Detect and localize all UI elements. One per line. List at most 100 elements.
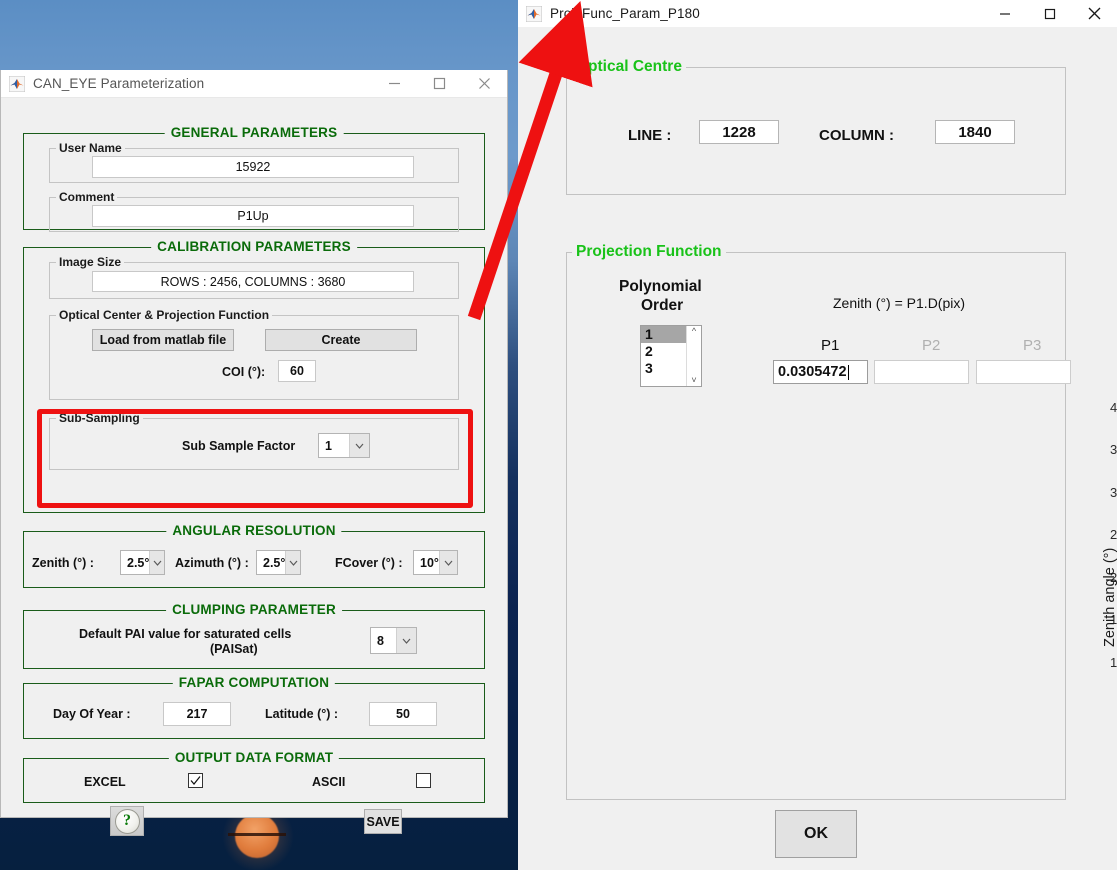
- polynomial-order-items: 1 2 3: [641, 326, 686, 386]
- day-of-year-label: Day Of Year :: [53, 705, 131, 723]
- left-window-title: CAN_EYE Parameterization: [25, 76, 372, 91]
- ok-button[interactable]: OK: [775, 810, 857, 858]
- comment-input[interactable]: P1Up: [92, 205, 414, 227]
- sun-horizon-line: [228, 833, 286, 836]
- general-parameters-title: GENERAL PARAMETERS: [165, 125, 344, 140]
- right-window-body: Optical Centre LINE : 1228 COLUMN : 1840…: [518, 27, 1117, 870]
- sub-sample-factor-dropdown[interactable]: 1: [318, 433, 370, 458]
- left-window-body: GENERAL PARAMETERS User Name 15922 Comme…: [1, 98, 507, 816]
- fapar-computation-group: FAPAR COMPUTATION Day Of Year : 217 Lati…: [23, 683, 485, 739]
- polynomial-order-listbox[interactable]: 1 2 3 ^ ˅: [640, 325, 702, 387]
- chevron-down-icon: [285, 551, 300, 574]
- column-label: COLUMN :: [819, 127, 894, 144]
- excel-label: EXCEL: [84, 774, 126, 790]
- column-input[interactable]: 1840: [935, 120, 1015, 144]
- pai-label-line2: (PAISat): [210, 642, 258, 656]
- right-window-title: Proj_Func_Param_P180: [542, 6, 982, 21]
- polynomial-order-option-1[interactable]: 1: [641, 326, 686, 343]
- comment-panel: Comment P1Up: [49, 197, 459, 232]
- azimuth-value: 2.5°: [257, 556, 285, 570]
- sun-image: [235, 814, 279, 858]
- clumping-parameter-title: CLUMPING PARAMETER: [166, 602, 342, 617]
- general-parameters-group: GENERAL PARAMETERS User Name 15922 Comme…: [23, 133, 485, 230]
- p1-input[interactable]: 0.0305472: [773, 360, 868, 384]
- matlab-icon: [9, 76, 25, 92]
- right-close-button[interactable]: [1072, 0, 1117, 28]
- zenith-value: 2.5°: [121, 556, 149, 570]
- right-minimize-button[interactable]: [982, 0, 1027, 28]
- clumping-parameter-group: CLUMPING PARAMETER Default PAI value for…: [23, 610, 485, 669]
- coi-input[interactable]: 60: [278, 360, 316, 382]
- right-maximize-button[interactable]: [1027, 0, 1072, 28]
- ascii-label: ASCII: [312, 774, 345, 790]
- azimuth-label: Azimuth (°) :: [175, 554, 249, 572]
- left-maximize-button[interactable]: [417, 70, 462, 98]
- fcover-value: 10°: [414, 556, 439, 570]
- zenith-label: Zenith (°) :: [32, 554, 94, 572]
- y-tick-40: 40: [1110, 400, 1117, 415]
- left-minimize-button[interactable]: [372, 70, 417, 98]
- fcover-label: FCover (°) :: [335, 554, 403, 572]
- chevron-down-icon: [349, 434, 369, 457]
- chevron-down-icon[interactable]: ˅: [691, 376, 696, 385]
- output-data-format-group: OUTPUT DATA FORMAT EXCEL ASCII: [23, 758, 485, 803]
- optical-centre-title: Optical Centre: [572, 58, 686, 76]
- calibration-parameters-title: CALIBRATION PARAMETERS: [151, 239, 357, 254]
- user-name-label: User Name: [56, 141, 125, 155]
- ascii-checkbox[interactable]: [416, 773, 431, 788]
- load-from-matlab-file-button[interactable]: Load from matlab file: [92, 329, 234, 351]
- coi-label: COI (°):: [222, 363, 265, 381]
- proj-func-param-window: Proj_Func_Param_P180 Optical Centre LINE…: [518, 0, 1117, 870]
- excel-checkbox[interactable]: [188, 773, 203, 788]
- user-name-panel: User Name 15922: [49, 148, 459, 183]
- help-button[interactable]: ?: [110, 806, 144, 836]
- projection-function-group: Projection Function Polynomial Order 1 2…: [566, 252, 1066, 800]
- comment-label: Comment: [56, 190, 117, 204]
- polynomial-order-option-3[interactable]: 3: [641, 360, 686, 377]
- polynomial-order-label-line2: Order: [641, 297, 683, 315]
- azimuth-dropdown[interactable]: 2.5°: [256, 550, 301, 575]
- left-close-button[interactable]: [462, 70, 507, 98]
- sub-sampling-panel: Sub-Sampling Sub Sample Factor 1: [49, 418, 459, 470]
- user-name-input[interactable]: 15922: [92, 156, 414, 178]
- create-button[interactable]: Create: [265, 329, 417, 351]
- sub-sample-factor-label: Sub Sample Factor: [182, 437, 295, 455]
- optical-center-projection-label: Optical Center & Projection Function: [56, 308, 272, 322]
- p2-input[interactable]: [874, 360, 969, 384]
- screen: CAN_EYE Parameterization GENERAL PARAMET…: [0, 0, 1117, 870]
- zenith-dropdown[interactable]: 2.5°: [120, 550, 165, 575]
- p2-label: P2: [922, 337, 940, 354]
- image-size-panel: Image Size ROWS : 2456, COLUMNS : 3680: [49, 262, 459, 299]
- text-caret: [848, 365, 849, 380]
- latitude-input[interactable]: 50: [369, 702, 437, 726]
- question-mark-icon: ?: [115, 809, 140, 834]
- p1-label: P1: [821, 337, 839, 354]
- chevron-up-icon[interactable]: ^: [692, 327, 696, 336]
- chart-ylabel: Zenith angle (°): [1102, 548, 1117, 647]
- polynomial-order-scrollbar[interactable]: ^ ˅: [686, 326, 701, 386]
- optical-center-projection-panel: Optical Center & Projection Function Loa…: [49, 315, 459, 400]
- polynomial-order-label-line1: Polynomial: [619, 278, 702, 296]
- optical-centre-group: Optical Centre LINE : 1228 COLUMN : 1840: [566, 67, 1066, 195]
- projection-function-title: Projection Function: [572, 243, 726, 261]
- save-button[interactable]: SAVE: [364, 809, 402, 834]
- fcover-dropdown[interactable]: 10°: [413, 550, 458, 575]
- paisat-dropdown[interactable]: 8: [370, 627, 417, 654]
- fapar-computation-title: FAPAR COMPUTATION: [173, 675, 335, 690]
- line-input[interactable]: 1228: [699, 120, 779, 144]
- image-size-value: ROWS : 2456, COLUMNS : 3680: [92, 271, 414, 292]
- p3-label: P3: [1023, 337, 1041, 354]
- y-tick-25: 25: [1110, 527, 1117, 542]
- matlab-icon: [526, 6, 542, 22]
- pai-label-line1: Default PAI value for saturated cells: [79, 627, 291, 641]
- output-data-format-title: OUTPUT DATA FORMAT: [169, 750, 339, 765]
- chevron-down-icon: [149, 551, 164, 574]
- angular-resolution-title: ANGULAR RESOLUTION: [166, 523, 341, 538]
- polynomial-order-option-2[interactable]: 2: [641, 343, 686, 360]
- latitude-label: Latitude (°) :: [265, 705, 338, 723]
- can-eye-parameterization-window: CAN_EYE Parameterization GENERAL PARAMET…: [0, 70, 508, 818]
- projection-equation: Zenith (°) = P1.D(pix): [833, 295, 965, 311]
- day-of-year-input[interactable]: 217: [163, 702, 231, 726]
- p3-input[interactable]: [976, 360, 1071, 384]
- sub-sampling-label: Sub-Sampling: [56, 411, 143, 425]
